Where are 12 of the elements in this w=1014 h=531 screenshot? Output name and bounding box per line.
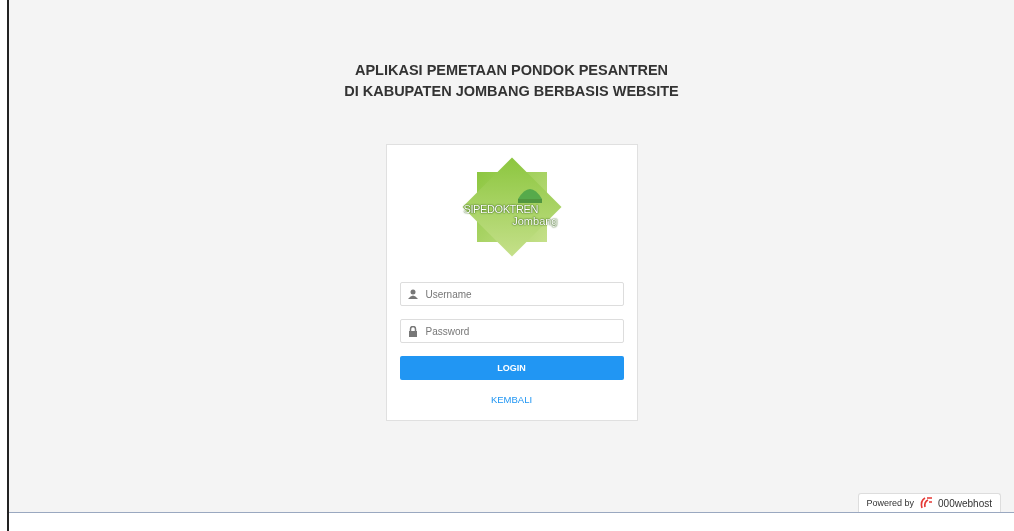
username-field[interactable]: Username — [399, 282, 624, 306]
logo-text: SIPEDOKTREN — [463, 203, 538, 215]
login-button[interactable]: LOGIN — [399, 356, 624, 380]
page-title: APLIKASI PEMETAAN PONDOK PESANTREN DI KABUPATEN JOMBANG BERBASIS WEBSITE — [344, 61, 679, 101]
swirl-icon — [919, 497, 934, 509]
user-icon — [407, 289, 418, 299]
brand-name: 000webhost — [938, 497, 992, 509]
powered-by-badge[interactable]: Powered by 000webhost — [857, 493, 1001, 512]
password-field[interactable]: Password — [399, 319, 624, 343]
lock-icon — [407, 326, 418, 337]
back-link[interactable]: KEMBALI — [490, 394, 533, 405]
powered-by-text: Powered by — [866, 498, 915, 508]
